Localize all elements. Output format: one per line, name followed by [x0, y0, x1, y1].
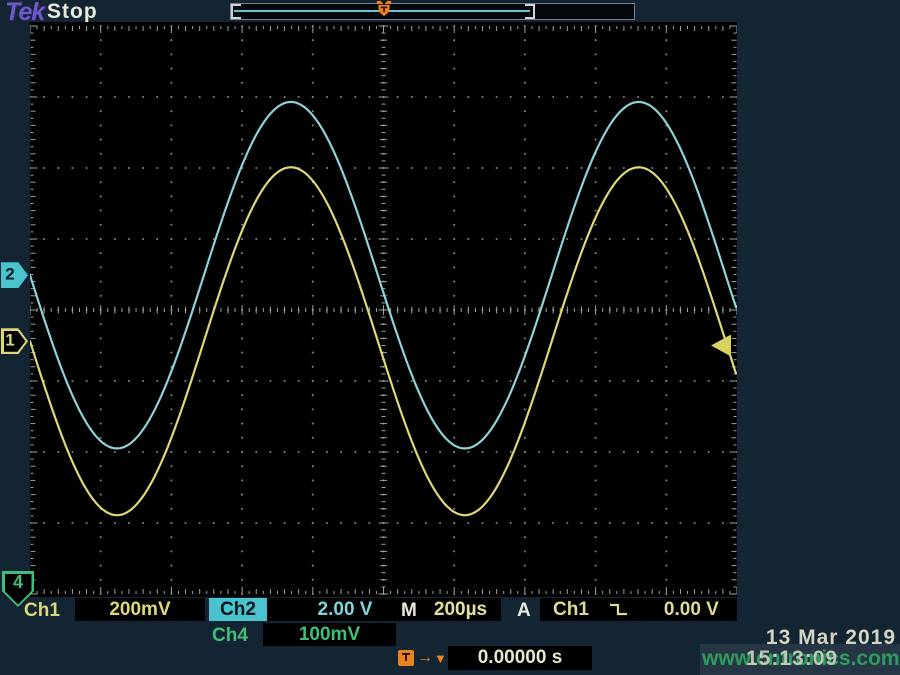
channel2-marker-label: 2	[1, 265, 19, 285]
trigger-delay-indicator: → ▼	[398, 646, 447, 670]
time-display: 15:13:09	[746, 647, 838, 671]
trigger-level-value: 0.00 V	[664, 598, 719, 621]
falling-edge-icon	[609, 601, 628, 618]
channel1-marker-label: 1	[1, 331, 19, 351]
trigger-delay-icon	[398, 650, 414, 666]
delay-time-readout: 0.00000 s	[448, 646, 592, 670]
triangle-down-icon: ▼	[434, 651, 447, 666]
trigger-source: Ch1	[553, 598, 589, 621]
timebase-label: M	[401, 599, 417, 622]
ch2-label-selected: Ch2	[209, 598, 267, 621]
arrow-right-icon: →	[417, 649, 433, 667]
trigger-readout: Ch1 0.00 V	[540, 598, 737, 621]
ch4-scale-readout: 100mV	[263, 623, 396, 646]
channel4-marker-label: 4	[2, 572, 34, 593]
trigger-mode-label: A	[517, 599, 531, 622]
ch1-scale-readout: 200mV	[75, 598, 205, 621]
channel1-position-marker: 1	[1, 328, 28, 354]
oscilloscope-graticule	[30, 22, 737, 597]
record-view-bar	[230, 3, 635, 20]
trigger-position-in-record-icon	[376, 1, 390, 16]
channel2-position-marker: 2	[1, 262, 28, 288]
ch2-scale-readout: 2.00 V	[267, 598, 423, 621]
ch4-label: Ch4	[212, 624, 248, 647]
acquisition-status: Stop	[47, 0, 98, 24]
channel4-position-marker: 4	[2, 571, 34, 607]
timebase-readout: 200µs	[420, 598, 501, 621]
